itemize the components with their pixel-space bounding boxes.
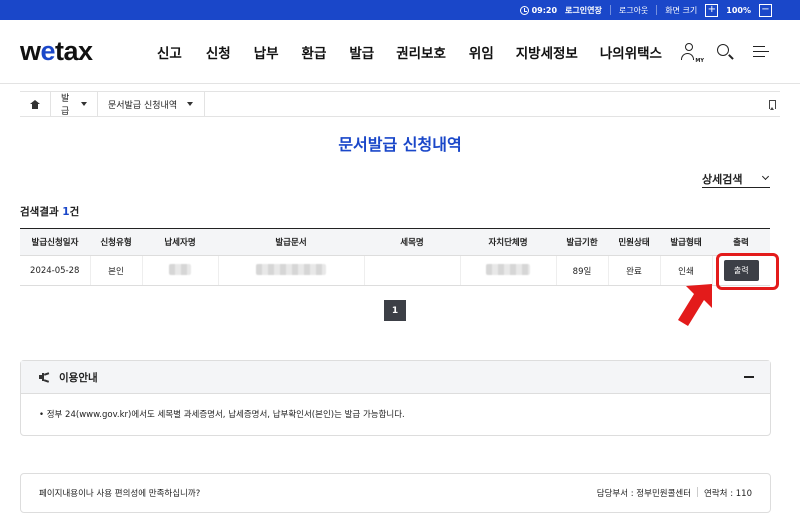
department-label: 담당부서 : 정부민원콜센터 xyxy=(596,489,692,499)
nav-item-issue[interactable]: 발급 xyxy=(349,42,374,62)
column-header: 출력 xyxy=(712,228,770,256)
column-header: 신청유형 xyxy=(90,228,142,256)
highlight-box xyxy=(716,253,779,290)
cell-issue-form: 인쇄 xyxy=(659,255,712,286)
page-title: 문서발급 신청내역 xyxy=(338,135,462,154)
application-table: 발급신청일자 신청유형 납세자명 발급문서 세목명 자치단체명 발급기한 민원상… xyxy=(20,228,770,286)
chevron-down-icon xyxy=(81,102,87,106)
nav-item-delegation[interactable]: 위임 xyxy=(469,42,494,62)
cell-deadline: 89일 xyxy=(555,255,608,286)
nav-item-refund[interactable]: 환급 xyxy=(302,42,327,62)
cell-status: 완료 xyxy=(607,255,660,286)
pointer-arrow-icon xyxy=(678,284,712,326)
nav-item-apply[interactable]: 신청 xyxy=(206,42,231,62)
chevron-down-icon xyxy=(761,172,770,181)
department-info: 담당부서 : 정부민원콜센터 연락처 : 110 xyxy=(597,487,752,499)
divider xyxy=(697,487,699,497)
satisfaction-question: 페이지내용이나 사용 편의성에 만족하십니까? xyxy=(39,489,201,499)
header-icons: MY xyxy=(680,42,770,64)
table-header-row: 발급신청일자 신청유형 납세자명 발급문서 세목명 자치단체명 발급기한 민원상… xyxy=(20,228,770,256)
cell-date: 2024-05-28 xyxy=(20,255,90,286)
main-header: wetax 신고 신청 납부 환급 발급 권리보호 위임 지방세정보 나의위택스… xyxy=(0,20,800,84)
column-header: 발급기한 xyxy=(556,228,608,256)
contact-label: 연락처 : 110 xyxy=(704,489,752,499)
column-header: 자치단체명 xyxy=(460,228,556,256)
my-page-icon[interactable]: MY xyxy=(680,42,704,64)
zoom-out-button[interactable]: − xyxy=(759,3,772,17)
column-header: 발급문서 xyxy=(218,228,364,256)
pagination-current-page[interactable]: 1 xyxy=(384,300,406,321)
session-time: 09:20 xyxy=(531,5,558,15)
nav-item-local-tax-info[interactable]: 지방세정보 xyxy=(516,42,578,62)
divider xyxy=(609,5,611,15)
logout-link[interactable]: 로그아웃 xyxy=(619,5,648,16)
cell-tax-item xyxy=(363,255,460,286)
redacted-text xyxy=(169,263,191,275)
breadcrumb-level2-label: 문서발급 신청내역 xyxy=(108,100,178,111)
column-header: 민원상태 xyxy=(608,228,660,256)
breadcrumb-level1[interactable]: 발급 xyxy=(51,92,98,117)
breadcrumb: 발급 문서발급 신청내역 xyxy=(20,91,780,117)
nav-item-report[interactable]: 신고 xyxy=(157,42,182,62)
cell-document xyxy=(217,255,364,286)
zoom-level: 100% xyxy=(726,5,751,15)
detail-search-label: 상세검색 xyxy=(702,172,743,186)
wetax-logo[interactable]: wetax xyxy=(20,36,137,67)
cell-type: 본인 xyxy=(89,255,142,286)
menu-icon[interactable] xyxy=(752,43,770,61)
cell-taxpayer-name xyxy=(141,255,218,286)
nav-item-payment[interactable]: 납부 xyxy=(254,42,279,62)
divider xyxy=(656,5,658,15)
result-count-number: 1 xyxy=(62,206,70,218)
zoom-in-button[interactable]: + xyxy=(705,3,719,17)
redacted-text xyxy=(486,263,530,275)
column-header: 발급형태 xyxy=(660,228,712,256)
session-timer: 09:20 xyxy=(519,5,558,15)
breadcrumb-level2[interactable]: 문서발급 신청내역 xyxy=(98,92,205,116)
screen-size-label: 화면 크기 xyxy=(665,5,698,15)
nav-item-my-wetax[interactable]: 나의위택스 xyxy=(600,42,662,62)
redacted-text xyxy=(256,263,326,275)
column-header: 발급신청일자 xyxy=(20,228,90,256)
megaphone-icon xyxy=(39,372,51,383)
chevron-down-icon xyxy=(187,102,194,106)
collapse-icon[interactable] xyxy=(744,376,754,378)
clock-icon xyxy=(519,5,529,15)
main-nav: 신고 신청 납부 환급 발급 권리보호 위임 지방세정보 나의위택스 xyxy=(137,42,662,62)
cell-local-government xyxy=(459,255,556,286)
home-icon xyxy=(30,99,40,109)
nav-item-rights[interactable]: 권리보호 xyxy=(396,42,446,62)
detail-search-toggle[interactable]: 상세검색 xyxy=(702,170,770,188)
breadcrumb-level1-label: 발급 xyxy=(61,94,70,117)
usage-guide-title: 이용안내 xyxy=(59,371,98,384)
column-header: 납세자명 xyxy=(142,228,218,256)
usage-guide-text: • 정부 24(www.gov.kr)에서도 세목별 과세증명서, 납세증명서,… xyxy=(39,410,405,420)
usage-guide-header[interactable]: 이용안내 xyxy=(21,361,770,394)
top-utility-bar: 09:20 로그인연장 로그아웃 화면 크기 + 100% − xyxy=(0,0,800,20)
login-extend-link[interactable]: 로그인연장 xyxy=(565,5,602,16)
result-count: 검색결과 1건 xyxy=(20,206,80,218)
bookmark-icon[interactable] xyxy=(769,99,776,110)
breadcrumb-home[interactable] xyxy=(20,92,51,116)
table-row: 2024-05-28 본인 89일 완료 인쇄 출력 xyxy=(20,255,770,286)
satisfaction-bar: 페이지내용이나 사용 편의성에 만족하십니까? 담당부서 : 정부민원콜센터 연… xyxy=(20,473,771,513)
column-header: 세목명 xyxy=(364,228,460,256)
search-icon[interactable] xyxy=(716,43,734,61)
usage-guide: 이용안내 • 정부 24(www.gov.kr)에서도 세목별 과세증명서, 납… xyxy=(20,360,771,436)
